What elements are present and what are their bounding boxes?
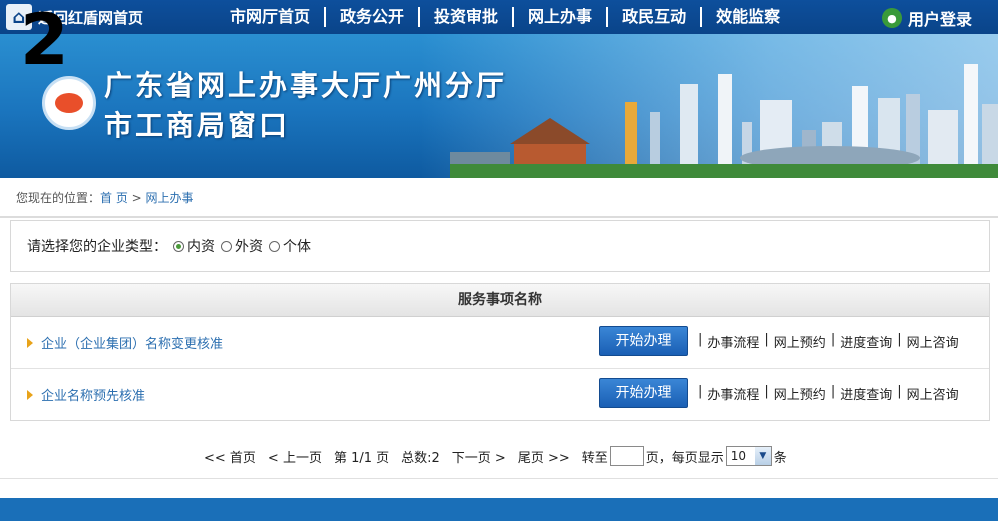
radio-domestic-label: 内资	[187, 239, 215, 255]
services-table: 服务事项名称 企业（企业集团）名称变更核准 开始办理 | 办事流程 | 网上预约…	[10, 283, 990, 421]
separator: |	[897, 384, 902, 399]
nav-item-portal-home[interactable]: 市网厅首页	[216, 7, 327, 27]
process-flow-link[interactable]: 办事流程	[707, 332, 759, 351]
user-lock-icon: ●	[881, 8, 902, 28]
total-count: 总数:2	[401, 450, 440, 466]
login-link[interactable]: ● 用户登录	[881, 6, 972, 30]
online-consult-link[interactable]: 网上咨询	[907, 384, 959, 403]
goto-label: 转至	[581, 450, 608, 466]
radio-unchecked-icon[interactable]	[269, 240, 280, 252]
table-row: 企业名称预先核准 开始办理 | 办事流程 | 网上预约 | 进度查询 | 网上咨…	[11, 369, 989, 421]
breadcrumb-separator: >	[127, 191, 146, 205]
service-name-label: 企业名称预先核准	[41, 389, 146, 404]
radio-checked-icon[interactable]	[173, 240, 184, 252]
nav-item-citizen-interaction[interactable]: 政民互动	[608, 7, 703, 27]
separator: |	[897, 332, 902, 347]
radio-individual-label: 个体	[283, 239, 311, 255]
service-name-link[interactable]: 企业（企业集团）名称变更核准	[27, 333, 223, 352]
next-page-link[interactable]: 下一页 >	[452, 447, 506, 466]
page-suffix-label: 页，每页显示	[645, 450, 724, 466]
separator: |	[830, 332, 836, 347]
banner-subtitle: 市工商局窗口	[104, 109, 291, 142]
overlay-number: 2	[20, 0, 69, 81]
services-table-header: 服务事项名称	[11, 284, 989, 317]
separator: |	[764, 332, 769, 347]
chevron-down-icon[interactable]: ▼	[754, 447, 771, 465]
breadcrumb-divider	[0, 216, 998, 218]
radio-foreign[interactable]: 外资	[221, 236, 263, 256]
breadcrumb: 您现在的位置：首 页 > 网上办事	[16, 189, 194, 206]
start-processing-button[interactable]: 开始办理	[599, 378, 688, 408]
breadcrumb-current[interactable]: 网上办事	[146, 191, 194, 205]
radio-domestic[interactable]: 内资	[173, 236, 215, 256]
online-booking-link[interactable]: 网上预约	[774, 332, 826, 351]
footer-divider	[0, 478, 998, 479]
main-nav: 市网厅首页 政务公开 投资审批 网上办事 政民互动 效能监察	[216, 0, 794, 34]
city-skyline-image	[450, 64, 998, 178]
service-action-links: | 办事流程 | 网上预约 | 进度查询 | 网上咨询	[693, 384, 959, 403]
unit-label: 条	[773, 450, 787, 466]
login-label: 用户登录	[907, 10, 972, 29]
enterprise-type-label: 请选择您的企业类型：	[27, 239, 167, 255]
enterprise-type-panel: 请选择您的企业类型： 内资 外资 个体	[10, 220, 990, 272]
nav-item-investment-approval[interactable]: 投资审批	[420, 7, 515, 27]
progress-query-link[interactable]: 进度查询	[840, 332, 892, 351]
service-action-links: | 办事流程 | 网上预约 | 进度查询 | 网上咨询	[693, 332, 959, 351]
table-row: 企业（企业集团）名称变更核准 开始办理 | 办事流程 | 网上预约 | 进度查询…	[11, 317, 989, 369]
nav-item-online-services[interactable]: 网上办事	[514, 7, 609, 27]
pagination: << 首页 < 上一页 第 1/1 页 总数:2 下一页 > 尾页 >> 转至 …	[204, 446, 787, 466]
breadcrumb-prefix: 您现在的位置：	[16, 191, 101, 205]
online-consult-link[interactable]: 网上咨询	[907, 332, 959, 351]
prev-page-link[interactable]: < 上一页	[268, 447, 322, 466]
banner: 广东省网上办事大厅广州分厅 市工商局窗口	[0, 34, 998, 178]
service-name-label: 企业（企业集团）名称变更核准	[41, 337, 224, 352]
separator: |	[698, 384, 703, 399]
process-flow-link[interactable]: 办事流程	[707, 384, 759, 403]
radio-foreign-label: 外资	[235, 239, 263, 255]
progress-query-link[interactable]: 进度查询	[840, 384, 892, 403]
banner-title: 广东省网上办事大厅广州分厅	[104, 69, 508, 102]
per-page-value: 10	[730, 449, 747, 463]
top-nav-bar: ⌂ 返回红盾网首页 市网厅首页 政务公开 投资审批 网上办事 政民互动 效能监察…	[0, 0, 998, 34]
online-booking-link[interactable]: 网上预约	[774, 384, 826, 403]
service-name-link[interactable]: 企业名称预先核准	[27, 385, 145, 404]
separator: |	[830, 384, 836, 399]
triangle-bullet-icon	[27, 389, 33, 400]
triangle-bullet-icon	[27, 337, 33, 348]
separator: |	[764, 384, 769, 399]
gd-online-hall-logo	[42, 76, 96, 130]
separator: |	[698, 332, 703, 347]
footer-bar	[0, 498, 998, 521]
nav-item-government-affairs[interactable]: 政务公开	[326, 7, 421, 27]
radio-unchecked-icon[interactable]	[221, 240, 232, 252]
goto-page-input[interactable]	[609, 446, 644, 466]
breadcrumb-home-link[interactable]: 首 页	[100, 191, 128, 205]
radio-individual[interactable]: 个体	[269, 236, 311, 256]
per-page-select[interactable]: 10 ▼	[725, 446, 772, 466]
last-page-link[interactable]: 尾页 >>	[518, 447, 570, 466]
nav-item-efficiency-supervision[interactable]: 效能监察	[702, 7, 794, 27]
page-info: 第 1/1 页	[333, 450, 390, 466]
start-processing-button[interactable]: 开始办理	[599, 326, 688, 356]
first-page-link[interactable]: << 首页	[204, 447, 256, 466]
